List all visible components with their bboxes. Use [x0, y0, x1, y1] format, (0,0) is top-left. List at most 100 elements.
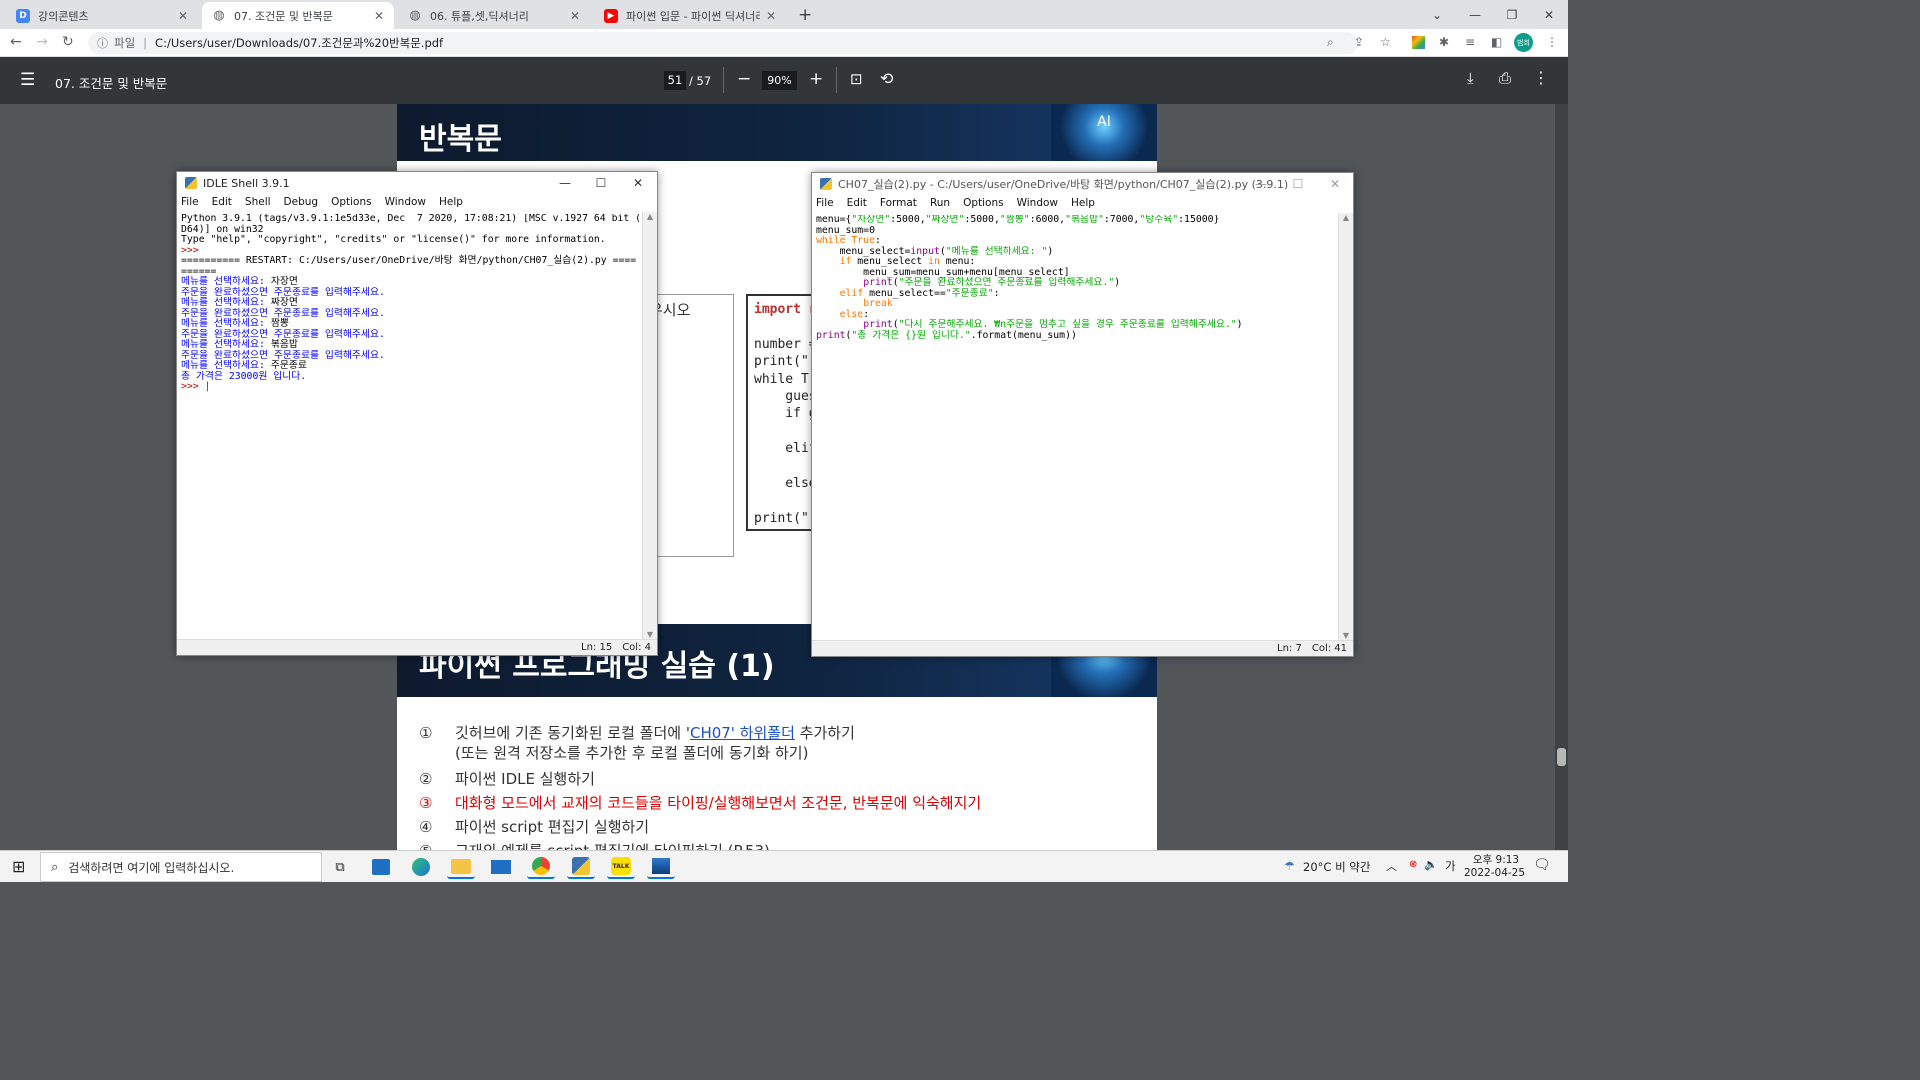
browser-tab[interactable]: ◍ 06. 튜플,셋,딕셔너리 ✕ [398, 2, 590, 29]
folder-link[interactable]: CH07' 하위폴더 [690, 724, 795, 742]
editor-line-number: Ln: 7 [1277, 643, 1302, 654]
tab-close-icon[interactable]: ✕ [570, 9, 580, 23]
hamburger-menu-icon[interactable]: ☰ [20, 70, 35, 90]
back-icon[interactable]: ← [10, 34, 22, 50]
idle_shell-menu-debug[interactable]: Debug [284, 196, 319, 208]
browser-tab[interactable]: ◍ 07. 조건문 및 반복문 ✕ [202, 2, 394, 29]
rotate-icon[interactable]: ⟲ [880, 69, 893, 88]
code-token: "메뉴를 선택하세요: " [945, 245, 1048, 257]
new-tab-button[interactable]: + [798, 5, 812, 25]
chrome-menu-icon[interactable]: ⋮ [1546, 35, 1558, 49]
microsoft-store-icon[interactable] [367, 855, 395, 879]
editor-minimize-button[interactable]: — [1243, 173, 1279, 195]
editor-menu-format[interactable]: Format [880, 197, 917, 209]
page-number-input[interactable]: 51 [664, 71, 686, 90]
fit-page-icon[interactable]: ⊡ [850, 70, 863, 88]
file-explorer-icon[interactable] [447, 855, 475, 879]
photos-icon[interactable] [647, 855, 675, 879]
tab-close-icon[interactable]: ✕ [766, 9, 776, 23]
editor-close-button[interactable]: ✕ [1317, 173, 1353, 195]
code-line: break [816, 298, 1336, 310]
python-idle-icon[interactable] [567, 855, 595, 879]
editor-menu-window[interactable]: Window [1017, 197, 1058, 209]
tab-close-icon[interactable]: ✕ [374, 9, 384, 23]
idle_shell-menu-shell[interactable]: Shell [245, 196, 271, 208]
clock-date[interactable]: 2022-04-25 [1464, 867, 1525, 879]
slide-heading-top: 반복문 [419, 122, 502, 157]
idle-shell-menubar: File Edit Shell Debug Options Window Help [177, 194, 657, 210]
zoom-in-icon[interactable]: + [809, 69, 823, 89]
idle_shell-menu-file[interactable]: File [181, 196, 199, 208]
slide-list-item: ① 깃허브에 기존 동기화된 로컬 폴더에 'CH07' 하위폴더 추가하기 [419, 722, 855, 743]
clock-time[interactable]: 오후 9:13 [1470, 852, 1522, 867]
list-number: ① [419, 724, 433, 742]
ime-indicator[interactable]: 가 [1445, 858, 1456, 874]
pdf-scrollbar-thumb[interactable] [1557, 748, 1566, 766]
shell-scrollbar[interactable]: ▲ ▼ [642, 212, 657, 639]
browser-tab[interactable]: D 강의콘텐츠 ✕ [6, 2, 198, 29]
show-hidden-icons-icon[interactable]: ︿ [1386, 858, 1397, 874]
taskbar-search-box[interactable]: ⌕ 검색하려면 여기에 입력하십시오. [40, 852, 322, 882]
idle_shell-menu-edit[interactable]: Edit [212, 196, 232, 208]
bookmark-star-icon[interactable]: ☆ [1380, 35, 1391, 49]
chrome-icon[interactable] [527, 855, 555, 879]
shell-output[interactable]: Python 3.9.1 (tags/v3.9.1:1e5d33e, Dec 7… [181, 214, 641, 634]
info-icon[interactable]: ⓘ [97, 35, 108, 51]
edge-icon[interactable] [407, 855, 435, 879]
idle-maximize-button[interactable]: ☐ [583, 172, 619, 194]
notifications-icon[interactable]: 🗨 [1533, 857, 1551, 873]
extensions-puzzle-icon[interactable]: ✱ [1439, 35, 1449, 49]
extension-color-icon[interactable] [1412, 36, 1425, 49]
minimize-button[interactable]: — [1456, 0, 1494, 29]
editor-menu-options[interactable]: Options [963, 197, 1004, 209]
close-button[interactable]: ✕ [1530, 0, 1568, 29]
zoom-icon[interactable]: ⌕ [1327, 35, 1334, 50]
idle-shell-title: IDLE Shell 3.9.1 [203, 176, 290, 190]
editor-menu-file[interactable]: File [816, 197, 834, 209]
windows-start-icon[interactable]: ⊞ [12, 857, 25, 876]
share-icon[interactable]: ⇪ [1354, 35, 1364, 49]
tab-close-icon[interactable]: ✕ [178, 9, 188, 23]
reading-list-icon[interactable]: ≡ [1465, 35, 1475, 49]
tab-search-icon[interactable]: ⌄ [1418, 0, 1456, 29]
editor-code[interactable]: menu={"자장면":5000,"짜장면":5000,"짬뽕":6000,"볶… [816, 215, 1336, 635]
code-line: elif menu_select=="주문종료": [816, 287, 1336, 300]
editor-menu-run[interactable]: Run [930, 197, 950, 209]
editor-maximize-button[interactable]: ☐ [1280, 173, 1316, 195]
idle-editor-window: CH07_실습(2).py - C:/Users/user/OneDrive/바… [811, 172, 1354, 657]
editor-menu-edit[interactable]: Edit [847, 197, 867, 209]
reload-icon[interactable]: ↻ [62, 34, 74, 50]
side-panel-icon[interactable]: ◧ [1491, 35, 1502, 49]
mail-icon[interactable] [487, 855, 515, 879]
download-icon[interactable]: ⤓ [1467, 69, 1474, 87]
editor-menu-help[interactable]: Help [1071, 197, 1095, 209]
idle-shell-window: IDLE Shell 3.9.1 — ☐ ✕ File Edit Shell Debu… [176, 171, 658, 656]
profile-avatar[interactable]: 범희 [1514, 33, 1533, 52]
address-bar[interactable]: ⓘ 파일 | C:/Users/user/Downloads/07.조건문과%2… [88, 32, 1358, 54]
browser-tab[interactable]: ▶ 파이썬 입문 - 파이썬 딕셔너리의 ✕ [594, 2, 786, 29]
weather-text[interactable]: 20°C 비 약간 [1303, 859, 1370, 875]
more-actions-icon[interactable]: ⋮ [1533, 68, 1549, 87]
idle_shell-menu-options[interactable]: Options [331, 196, 372, 208]
pdf-scrollbar[interactable] [1555, 104, 1568, 850]
restore-button[interactable]: ❐ [1493, 0, 1531, 29]
idle-close-button[interactable]: ✕ [620, 172, 656, 194]
volume-icon[interactable]: 🔈 [1424, 858, 1438, 871]
network-offline-icon[interactable]: ⊗ [1409, 859, 1417, 870]
editor-scrollbar[interactable]: ▲ ▼ [1338, 213, 1353, 640]
slide-list-item: ⑤교재의 예제를 script 편집기에 타이핑하기 (P.53) [419, 840, 770, 850]
idle_shell-menu-window[interactable]: Window [385, 196, 426, 208]
task-view-icon[interactable]: ⧉ [326, 855, 354, 879]
idle-minimize-button[interactable]: — [547, 172, 583, 194]
idle_shell-menu-help[interactable]: Help [439, 196, 463, 208]
kakaotalk-icon[interactable]: TALK [607, 855, 635, 879]
zoom-out-icon[interactable]: − [737, 69, 751, 89]
url-text[interactable]: C:/Users/user/Downloads/07.조건문과%20반복문.pd… [155, 35, 443, 51]
forward-icon[interactable]: → [36, 34, 48, 50]
code-token: menu_select== [863, 287, 946, 299]
print-icon[interactable]: ⎙ [1499, 69, 1511, 87]
shell-user-input: 주문종료 [270, 360, 307, 371]
zoom-level-input[interactable]: 90% [762, 71, 797, 90]
weather-icon[interactable]: ☂ [1284, 859, 1295, 873]
shell-line-text: ====== [181, 265, 217, 277]
